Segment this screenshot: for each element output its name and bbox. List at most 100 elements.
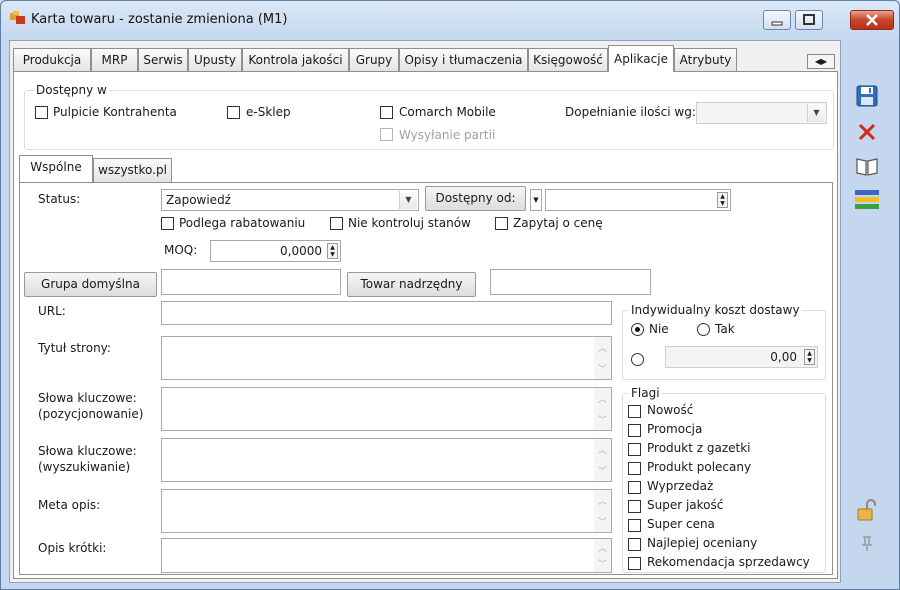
flag-checkbox[interactable] [628, 424, 641, 437]
opis-textarea[interactable]: ︿ ﹀ [161, 538, 612, 573]
flag-checkbox[interactable] [628, 443, 641, 456]
slowa-poz-textarea[interactable]: ︿ ﹀ [161, 387, 612, 431]
dostepny-od-date[interactable]: ▲ ▼ [545, 189, 731, 211]
product-card-icon [10, 11, 25, 24]
tab-opisy-tlumaczenia[interactable]: Opisy i tłumaczenia [399, 48, 528, 71]
scroll-down-icon[interactable]: ﹀ [598, 413, 607, 426]
flag-label: Super jakość [647, 498, 724, 512]
flag-checkbox[interactable] [628, 519, 641, 532]
tab-serwis[interactable]: Serwis [138, 48, 188, 71]
save-button[interactable] [853, 82, 881, 110]
scrollbar[interactable]: ︿ ﹀ [594, 490, 611, 532]
cancel-button[interactable] [853, 118, 881, 146]
tab-mrp[interactable]: MRP [91, 48, 138, 71]
scroll-up-icon[interactable]: ︿ [598, 443, 607, 456]
dopelnianie-select[interactable]: ▼ [696, 102, 827, 124]
towar-nadrzedny-input[interactable] [490, 269, 651, 295]
moq-input[interactable]: 0,0000 ▲ ▼ [210, 240, 341, 262]
subtab-wspolne[interactable]: Wspólne [19, 155, 93, 182]
flag-label: Produkt polecany [647, 460, 752, 474]
tab-kontrola-jakosci[interactable]: Kontrola jakości [242, 48, 349, 71]
flag-checkbox[interactable] [628, 538, 641, 551]
layers-button[interactable] [853, 186, 881, 214]
tab-produkcja[interactable]: Produkcja [13, 48, 91, 71]
maximize-button[interactable] [795, 10, 823, 30]
flag-checkbox[interactable] [628, 481, 641, 494]
scroll-up-icon[interactable]: ︿ [598, 494, 607, 507]
dostepny-od-dropdown[interactable]: ▼ [530, 189, 542, 211]
save-icon [856, 85, 878, 107]
status-select[interactable]: Zapowiedź ▼ [161, 189, 419, 211]
flag-checkbox[interactable] [628, 462, 641, 475]
flag-label: Produkt z gazetki [647, 441, 751, 455]
flag-checkbox[interactable] [628, 405, 641, 418]
pulpit-label: Pulpicie Kontrahenta [53, 105, 177, 119]
tab-grupy[interactable]: Grupy [349, 48, 399, 71]
scroll-down-icon[interactable]: ﹀ [598, 464, 607, 477]
scrollbar[interactable]: ︿ ﹀ [594, 337, 611, 379]
flag-label: Promocja [647, 422, 703, 436]
close-button[interactable] [850, 10, 894, 30]
book-button[interactable] [853, 152, 881, 180]
dopelnianie-label: Dopełnianie ilości wg: [565, 105, 696, 119]
chevron-down-icon: ▼ [399, 191, 417, 209]
layers-icon [855, 190, 879, 209]
scroll-down-icon[interactable]: ﹀ [598, 557, 607, 570]
tab-scroll-buttons[interactable]: ◀▶ [807, 54, 835, 69]
scrollbar[interactable]: ︿ ﹀ [594, 388, 611, 430]
dostepny-od-button[interactable]: Dostępny od: [425, 186, 526, 211]
scroll-up-icon[interactable]: ︿ [598, 341, 607, 354]
pin-button[interactable] [853, 529, 881, 557]
spinner-icon[interactable]: ▲ ▼ [804, 349, 815, 365]
scrollbar[interactable]: ︿ ﹀ [594, 539, 611, 572]
cancel-icon [858, 123, 876, 141]
zapytaj-checkbox[interactable] [495, 217, 508, 230]
wysylanie-checkbox[interactable] [380, 128, 393, 141]
koszt-custom-radio[interactable] [631, 353, 644, 366]
tab-upusty[interactable]: Upusty [188, 48, 242, 71]
flag-checkbox[interactable] [628, 557, 641, 570]
window-title: Karta towaru - zostanie zmieniona (M1) [31, 12, 288, 27]
koszt-tak-radio[interactable] [697, 323, 710, 336]
spinner-icon[interactable]: ▲ ▼ [717, 192, 728, 208]
tab-atrybuty[interactable]: Atrybuty [674, 48, 737, 71]
url-input[interactable] [161, 301, 612, 325]
grupa-domyslna-input[interactable] [161, 269, 341, 295]
koszt-nie-label: Nie [649, 322, 669, 336]
flag-label: Rekomendacja sprzedawcy [647, 555, 810, 569]
flag-label: Super cena [647, 517, 715, 531]
tab-scroll-right-icon[interactable]: ▶ [821, 57, 827, 66]
chevron-down-icon: ▼ [807, 104, 825, 122]
flag-checkbox[interactable] [628, 500, 641, 513]
esklep-checkbox[interactable] [227, 106, 240, 119]
status-value: Zapowiedź [166, 193, 231, 207]
esklep-label: e-Sklep [246, 105, 291, 119]
grupa-domyslna-button[interactable]: Grupa domyślna [24, 272, 157, 297]
scrollbar[interactable]: ︿ ﹀ [594, 439, 611, 481]
minimize-button[interactable] [763, 10, 791, 30]
meta-textarea[interactable]: ︿ ﹀ [161, 489, 612, 533]
moq-label: MOQ: [164, 243, 198, 257]
spinner-icon[interactable]: ▲ ▼ [327, 243, 338, 259]
rabat-checkbox[interactable] [161, 217, 174, 230]
tab-aplikacje[interactable]: Aplikacje [608, 45, 674, 72]
towar-nadrzedny-button[interactable]: Towar nadrzędny [347, 272, 476, 297]
scroll-down-icon[interactable]: ﹀ [598, 362, 607, 375]
tytul-textarea[interactable]: ︿ ﹀ [161, 336, 612, 380]
koszt-value-input[interactable]: 0,00 ▲ ▼ [665, 346, 818, 368]
unlock-button[interactable] [853, 496, 881, 524]
scroll-up-icon[interactable]: ︿ [598, 541, 607, 554]
slowa-wysz-label-2: (wyszukiwanie) [38, 460, 131, 474]
scroll-down-icon[interactable]: ﹀ [598, 515, 607, 528]
pulpit-checkbox[interactable] [35, 106, 48, 119]
subtab-wszystko[interactable]: wszystko.pl [93, 158, 172, 182]
koszt-value: 0,00 [770, 350, 797, 364]
mobile-checkbox[interactable] [380, 106, 393, 119]
koszt-nie-radio[interactable] [631, 323, 644, 336]
title-bar[interactable]: Karta towaru - zostanie zmieniona (M1) [1, 1, 899, 39]
tytul-label: Tytuł strony: [38, 341, 111, 355]
slowa-wysz-textarea[interactable]: ︿ ﹀ [161, 438, 612, 482]
nie-kontroluj-checkbox[interactable] [330, 217, 343, 230]
tab-ksiegowosc[interactable]: Księgowość [528, 48, 608, 71]
scroll-up-icon[interactable]: ︿ [598, 392, 607, 405]
